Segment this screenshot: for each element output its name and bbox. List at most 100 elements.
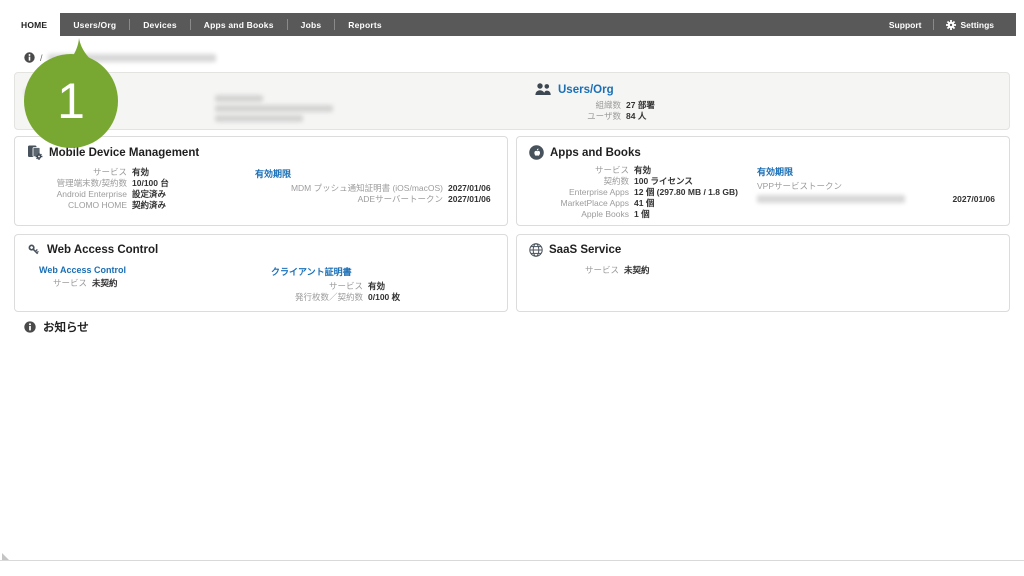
info-label: ユーザ数	[537, 111, 626, 122]
info-value: 未契約	[92, 278, 118, 289]
info-icon	[24, 321, 36, 333]
window-corner-grip	[2, 553, 9, 560]
web-access-control-card: Web Access Control Web Access Control サー…	[14, 234, 508, 312]
nav-tab-home[interactable]: HOME	[8, 13, 60, 36]
info-value: 12 個 (297.80 MB / 1.8 GB)	[634, 187, 738, 198]
nav-tabs: HOMEUsers/OrgDevicesApps and BooksJobsRe…	[8, 13, 395, 36]
info-label: 管理端末数/契約数	[15, 178, 132, 189]
info-label: MDM プッシュ通知証明書 (iOS/macOS)	[255, 183, 448, 194]
info-row: サービス未契約	[557, 265, 650, 276]
info-value: 契約済み	[132, 200, 169, 211]
notice-section-header: お知らせ	[24, 319, 89, 335]
info-row: Android Enterprise設定済み	[15, 189, 169, 200]
nav-tab-devices[interactable]: Devices	[130, 13, 190, 36]
mdm-expiry-link[interactable]: 有効期限	[255, 167, 491, 180]
nav-tab-apps-and-books[interactable]: Apps and Books	[191, 13, 287, 36]
info-value: 0/100 枚	[368, 292, 400, 303]
apps-books-stats: サービス有効契約数100 ライセンスEnterprise Apps12 個 (2…	[517, 165, 738, 220]
license-summary-card: Users/Org 組織数27 部署ユーザ数84 人	[14, 72, 1010, 130]
settings-label: Settings	[960, 20, 994, 30]
redacted-line	[215, 115, 303, 122]
redacted-vpp-token	[757, 195, 905, 203]
saas-service-card: SaaS Service サービス未契約	[516, 234, 1010, 312]
info-row: ユーザ数84 人	[537, 111, 655, 122]
info-label: MarketPlace Apps	[517, 198, 634, 209]
globe-icon	[529, 243, 543, 257]
info-value: 未契約	[624, 265, 650, 276]
info-row: Apple Books1 個	[517, 209, 738, 220]
info-row: 契約数100 ライセンス	[517, 176, 738, 187]
redacted-line	[215, 95, 263, 102]
step-number: 1	[57, 73, 85, 129]
info-row: サービス未契約	[39, 278, 118, 289]
info-value: 有効	[634, 165, 738, 176]
info-label: Android Enterprise	[15, 189, 132, 200]
key-icon	[27, 243, 41, 257]
info-value: 2027/01/06	[448, 194, 491, 205]
info-value: 2027/01/06	[448, 183, 491, 194]
info-label: Enterprise Apps	[517, 187, 634, 198]
info-value: 10/100 台	[132, 178, 169, 189]
support-label: Support	[889, 20, 922, 30]
info-value: 有効	[368, 281, 400, 292]
users-org-stats: 組織数27 部署ユーザ数84 人	[537, 100, 655, 122]
info-value: 有効	[132, 167, 169, 178]
info-label: 組織数	[537, 100, 626, 111]
nav-tab-users-org[interactable]: Users/Org	[60, 13, 129, 36]
nav-tab-reports[interactable]: Reports	[335, 13, 395, 36]
window-bottom-edge	[0, 560, 1024, 561]
users-org-link[interactable]: Users/Org	[558, 84, 614, 96]
info-label: CLOMO HOME	[15, 200, 132, 211]
info-value: 27 部署	[626, 100, 655, 111]
info-label: サービス	[39, 278, 92, 289]
nav-tab-jobs[interactable]: Jobs	[288, 13, 335, 36]
info-row: ADEサーバートークン2027/01/06	[255, 194, 491, 205]
info-row: Enterprise Apps12 個 (297.80 MB / 1.8 GB)	[517, 187, 738, 198]
info-row: MDM プッシュ通知証明書 (iOS/macOS)2027/01/06	[255, 183, 491, 194]
gear-icon	[946, 20, 956, 30]
vpp-token-label: VPPサービストークン	[757, 181, 995, 192]
info-value: 100 ライセンス	[634, 176, 738, 187]
info-value: 1 個	[634, 209, 738, 220]
notice-title: お知らせ	[43, 319, 89, 335]
info-row: 組織数27 部署	[537, 100, 655, 111]
info-row: 発行枚数／契約数0/100 枚	[271, 292, 400, 303]
wac-service-link[interactable]: Web Access Control	[39, 265, 126, 275]
vpp-token-expiry-date: 2027/01/06	[952, 194, 995, 204]
info-row: MarketPlace Apps41 個	[517, 198, 738, 209]
apps-expiry-link[interactable]: 有効期限	[757, 165, 995, 178]
info-value: 設定済み	[132, 189, 169, 200]
wac-left-stats: サービス未契約	[39, 278, 118, 289]
info-label: サービス	[15, 167, 132, 178]
step-annotation-balloon: 1	[18, 37, 124, 154]
info-row: サービス有効	[517, 165, 738, 176]
info-row: CLOMO HOME契約済み	[15, 200, 169, 211]
redacted-license-lines	[215, 95, 333, 122]
support-link[interactable]: Support	[877, 20, 934, 30]
info-row: サービス有効	[271, 281, 400, 292]
saas-stats: サービス未契約	[557, 265, 650, 276]
info-label: Apple Books	[517, 209, 634, 220]
info-row: サービス有効	[15, 167, 169, 178]
client-certificate-link[interactable]: クライアント証明書	[271, 265, 400, 278]
users-icon	[535, 83, 552, 96]
info-value: 84 人	[626, 111, 655, 122]
saas-card-title: SaaS Service	[549, 244, 621, 256]
nav-right-group: Support Settings	[877, 13, 1016, 36]
mdm-expiry-rows: MDM プッシュ通知証明書 (iOS/macOS)2027/01/06ADEサー…	[255, 183, 491, 205]
info-label: ADEサーバートークン	[255, 194, 448, 205]
info-label: サービス	[517, 165, 634, 176]
wac-card-title: Web Access Control	[47, 244, 158, 256]
mdm-stats: サービス有効管理端末数/契約数10/100 台Android Enterpris…	[15, 167, 169, 211]
info-label: サービス	[557, 265, 624, 276]
apple-apps-icon	[529, 145, 544, 160]
users-org-summary: Users/Org 組織数27 部署ユーザ数84 人	[535, 83, 655, 122]
info-label: 契約数	[517, 176, 634, 187]
top-navigation-bar: HOMEUsers/OrgDevicesApps and BooksJobsRe…	[8, 13, 1016, 36]
info-label: サービス	[271, 281, 368, 292]
redacted-line	[215, 105, 333, 112]
info-label: 発行枚数／契約数	[271, 292, 368, 303]
settings-button[interactable]: Settings	[934, 20, 1006, 30]
wac-right-stats: サービス有効発行枚数／契約数0/100 枚	[271, 281, 400, 303]
info-value: 41 個	[634, 198, 738, 209]
